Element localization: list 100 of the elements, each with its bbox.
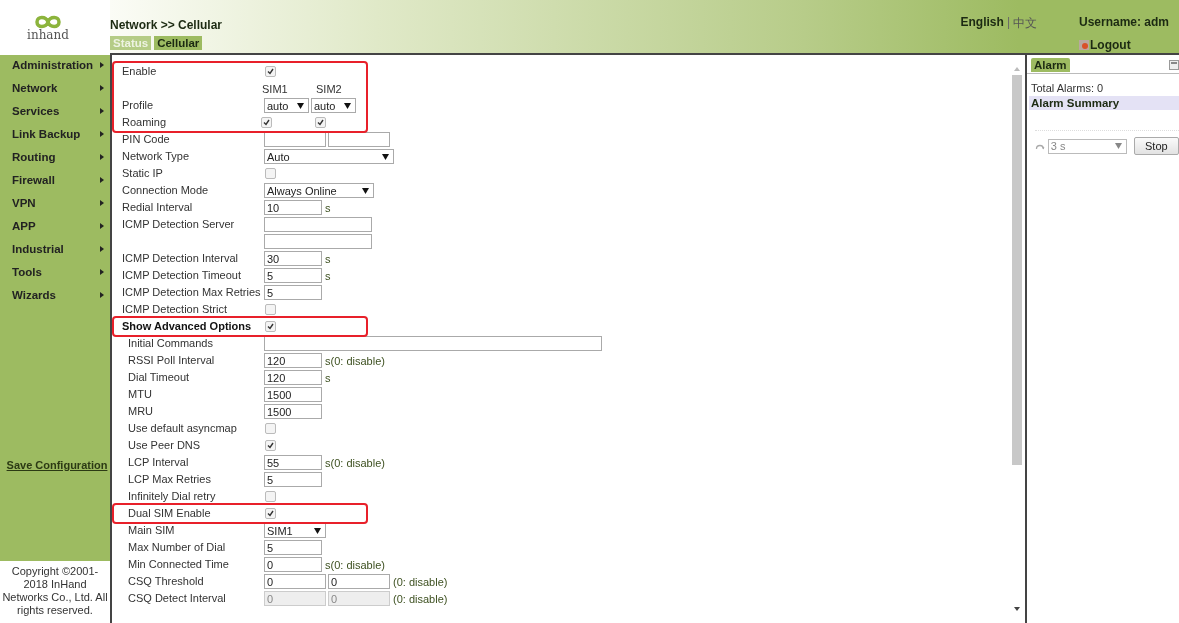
unit-text: s(0: disable) <box>324 558 385 571</box>
submenu-arrow-icon <box>100 177 104 183</box>
save-configuration-link[interactable]: Save Configuration <box>6 459 108 471</box>
input-field[interactable] <box>328 132 390 147</box>
field-label: Main SIM <box>128 524 176 537</box>
input-field[interactable]: 5 <box>264 540 322 555</box>
logout-link[interactable]: Logout <box>1079 38 1179 52</box>
input-field[interactable]: 1500 <box>264 387 322 402</box>
stop-button[interactable]: Stop <box>1133 137 1179 155</box>
tab[interactable]: Alarm <box>1031 58 1070 72</box>
dropdown[interactable]: auto <box>311 98 356 113</box>
field-label: PIN Code <box>122 133 171 146</box>
submenu-arrow-icon <box>100 223 104 229</box>
checkbox[interactable] <box>265 491 276 502</box>
caret-icon <box>314 527 321 534</box>
field-label: Network Type <box>122 150 191 163</box>
input-field[interactable]: 0 <box>328 574 390 589</box>
sidebar-menu-item[interactable]: VPN <box>0 197 110 220</box>
input-field[interactable]: 5 <box>264 472 322 487</box>
unit-text: (0: disable) <box>392 575 448 588</box>
checkbox[interactable] <box>265 440 276 451</box>
input-field[interactable] <box>264 217 372 232</box>
checkbox[interactable] <box>265 304 276 315</box>
field-label: MTU <box>128 388 153 401</box>
logo-icon <box>33 13 63 30</box>
sidebar-menu-item[interactable]: Network <box>0 82 110 105</box>
caret-icon <box>344 102 351 109</box>
sidebar-menu-item[interactable]: Tools <box>0 266 110 289</box>
logout-icon <box>1079 40 1089 50</box>
sidebar-menu-item[interactable]: Services <box>0 105 110 128</box>
input-field[interactable]: 30 <box>264 251 322 266</box>
unit-text: s <box>324 201 331 214</box>
sidebar-menu-item[interactable]: Industrial <box>0 243 110 266</box>
checkbox[interactable] <box>261 117 272 128</box>
field-label: Max Number of Dial <box>128 541 227 554</box>
input-field[interactable]: 0 <box>264 574 326 589</box>
field-label: Roaming <box>122 116 168 129</box>
refresh-icon[interactable] <box>1035 142 1045 150</box>
logo-text: inhand <box>27 27 69 42</box>
input-field[interactable]: 120 <box>264 353 322 368</box>
dropdown[interactable]: auto <box>264 98 309 113</box>
refresh-interval-dropdown[interactable]: 3 s <box>1047 138 1127 154</box>
field-label: Profile <box>122 99 155 112</box>
caret-icon <box>362 187 369 194</box>
unit-text: s(0: disable) <box>324 354 385 367</box>
submenu-arrow-icon <box>100 154 104 160</box>
minimize-icon[interactable] <box>1169 60 1179 70</box>
checkbox[interactable] <box>265 168 276 179</box>
copyright-text: Copyright ©2001-2018 InHand Networks Co., Ltd. All rights reserved. <box>1 564 109 618</box>
total-alarms-text: Total Alarms: 0 <box>1031 82 1105 94</box>
caret-icon <box>297 102 304 109</box>
field-label: ICMP Detection Interval <box>122 252 239 265</box>
column-heading: SIM2 <box>315 82 342 95</box>
caret-icon <box>382 153 389 160</box>
alarm-summary-heading: Alarm Summary <box>1029 96 1179 110</box>
sidebar-menu-item[interactable]: Wizards <box>0 289 110 312</box>
language-link[interactable]: English <box>960 15 1004 53</box>
input-field[interactable] <box>264 132 326 147</box>
input-field[interactable]: 55 <box>264 455 322 470</box>
sidebar-menu-item[interactable]: APP <box>0 220 110 243</box>
input-field[interactable]: 0 <box>264 557 322 572</box>
checkbox[interactable] <box>315 117 326 128</box>
field-label: ICMP Detection Max Retries <box>122 286 262 299</box>
field-label: MRU <box>128 405 155 418</box>
field-label: ICMP Detection Strict <box>122 303 228 316</box>
input-field[interactable]: 5 <box>264 268 322 283</box>
submenu-arrow-icon <box>100 246 104 252</box>
dropdown[interactable]: Always Online <box>264 183 374 198</box>
checkbox[interactable] <box>265 321 276 332</box>
tab[interactable]: Cellular <box>154 36 203 50</box>
input-field[interactable] <box>264 336 602 351</box>
username-label: Username: adm <box>1079 15 1171 29</box>
submenu-arrow-icon <box>100 85 104 91</box>
input-field[interactable]: 120 <box>264 370 322 385</box>
field-label: LCP Interval <box>128 456 190 469</box>
field-label: LCP Max Retries <box>128 473 212 486</box>
submenu-arrow-icon <box>100 131 104 137</box>
sidebar-menu-item[interactable]: Firewall <box>0 174 110 197</box>
submenu-arrow-icon <box>100 292 104 298</box>
input-field[interactable]: 1500 <box>264 404 322 419</box>
language-link[interactable]: 中文 <box>1013 15 1037 53</box>
submenu-arrow-icon <box>100 108 104 114</box>
checkbox[interactable] <box>265 508 276 519</box>
column-heading: SIM1 <box>261 82 288 95</box>
sidebar-menu-item[interactable]: Link Backup <box>0 128 110 151</box>
input-field[interactable] <box>264 234 372 249</box>
field-label: Use Peer DNS <box>128 439 202 452</box>
checkbox[interactable] <box>265 423 276 434</box>
field-label: Dial Timeout <box>128 371 191 384</box>
sidebar-menu-item[interactable]: Routing <box>0 151 110 174</box>
sidebar-menu-item[interactable]: Administration <box>0 59 110 82</box>
field-label: Enable <box>122 65 158 78</box>
field-label: Redial Interval <box>122 201 194 214</box>
field-label: ICMP Detection Timeout <box>122 269 242 282</box>
separator-text: | <box>1006 15 1010 31</box>
dropdown[interactable]: Auto <box>264 149 394 164</box>
input-field[interactable]: 10 <box>264 200 322 215</box>
checkbox[interactable] <box>265 66 276 77</box>
input-field[interactable]: 5 <box>264 285 322 300</box>
field-label: Use default asyncmap <box>128 422 238 435</box>
